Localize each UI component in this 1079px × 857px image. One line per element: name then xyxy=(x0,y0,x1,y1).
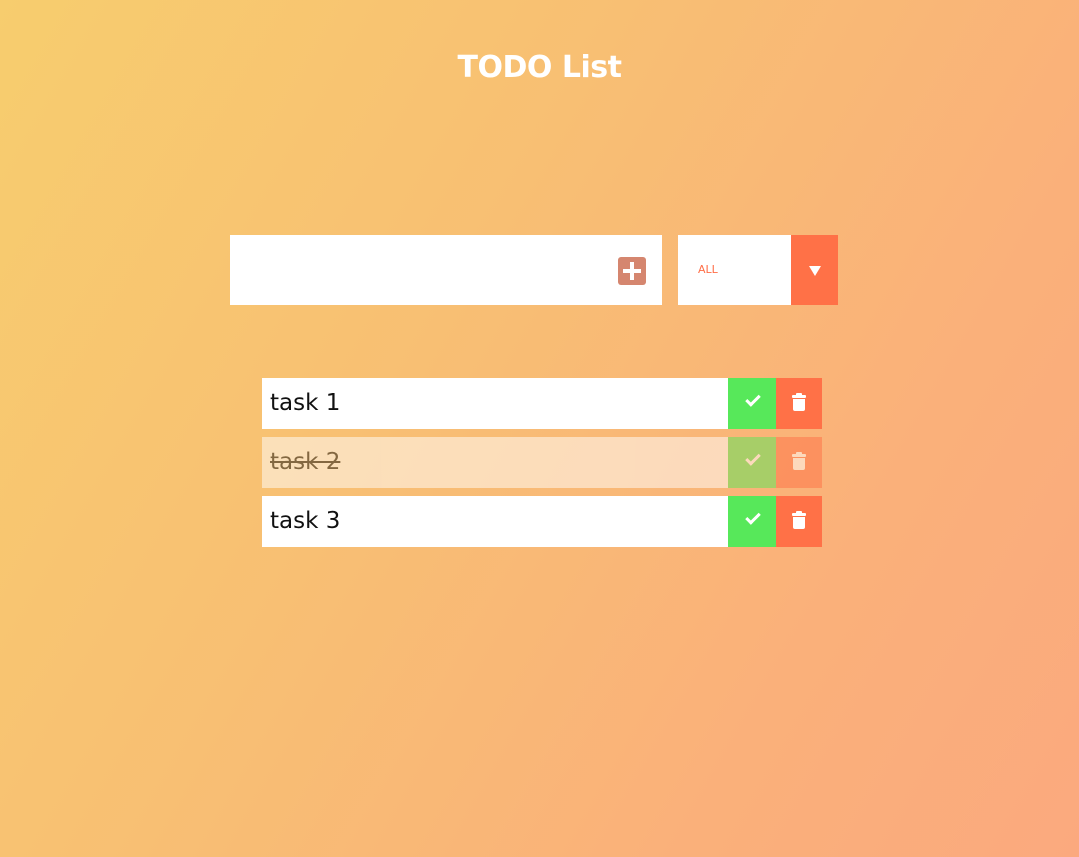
delete-button[interactable] xyxy=(776,496,822,547)
page-title: TODO List xyxy=(457,50,622,85)
check-icon xyxy=(745,509,761,525)
check-icon xyxy=(745,450,761,466)
complete-button[interactable] xyxy=(728,437,776,488)
trash-icon xyxy=(792,452,806,471)
todo-text: task 1 xyxy=(270,390,341,416)
filter-select[interactable]: ALL xyxy=(678,235,838,305)
check-icon xyxy=(745,391,761,407)
add-todo-button[interactable] xyxy=(618,257,646,285)
delete-button[interactable] xyxy=(776,378,822,429)
todo-input[interactable] xyxy=(230,235,610,305)
complete-button[interactable] xyxy=(728,378,776,429)
todo-text: task 2 xyxy=(270,449,341,475)
complete-button[interactable] xyxy=(728,496,776,547)
dropdown-arrow-icon[interactable] xyxy=(791,235,838,305)
todo-text: task 3 xyxy=(270,508,341,534)
trash-icon xyxy=(792,511,806,530)
delete-button[interactable] xyxy=(776,437,822,488)
filter-selected-value: ALL xyxy=(698,263,718,276)
todo-item: task 2 xyxy=(262,437,822,488)
todo-item: task 3 xyxy=(262,496,822,547)
todo-form xyxy=(230,235,662,305)
todo-item: task 1 xyxy=(262,378,822,429)
todo-list: task 1 task 2 task 3 xyxy=(262,378,822,555)
trash-icon xyxy=(792,393,806,412)
